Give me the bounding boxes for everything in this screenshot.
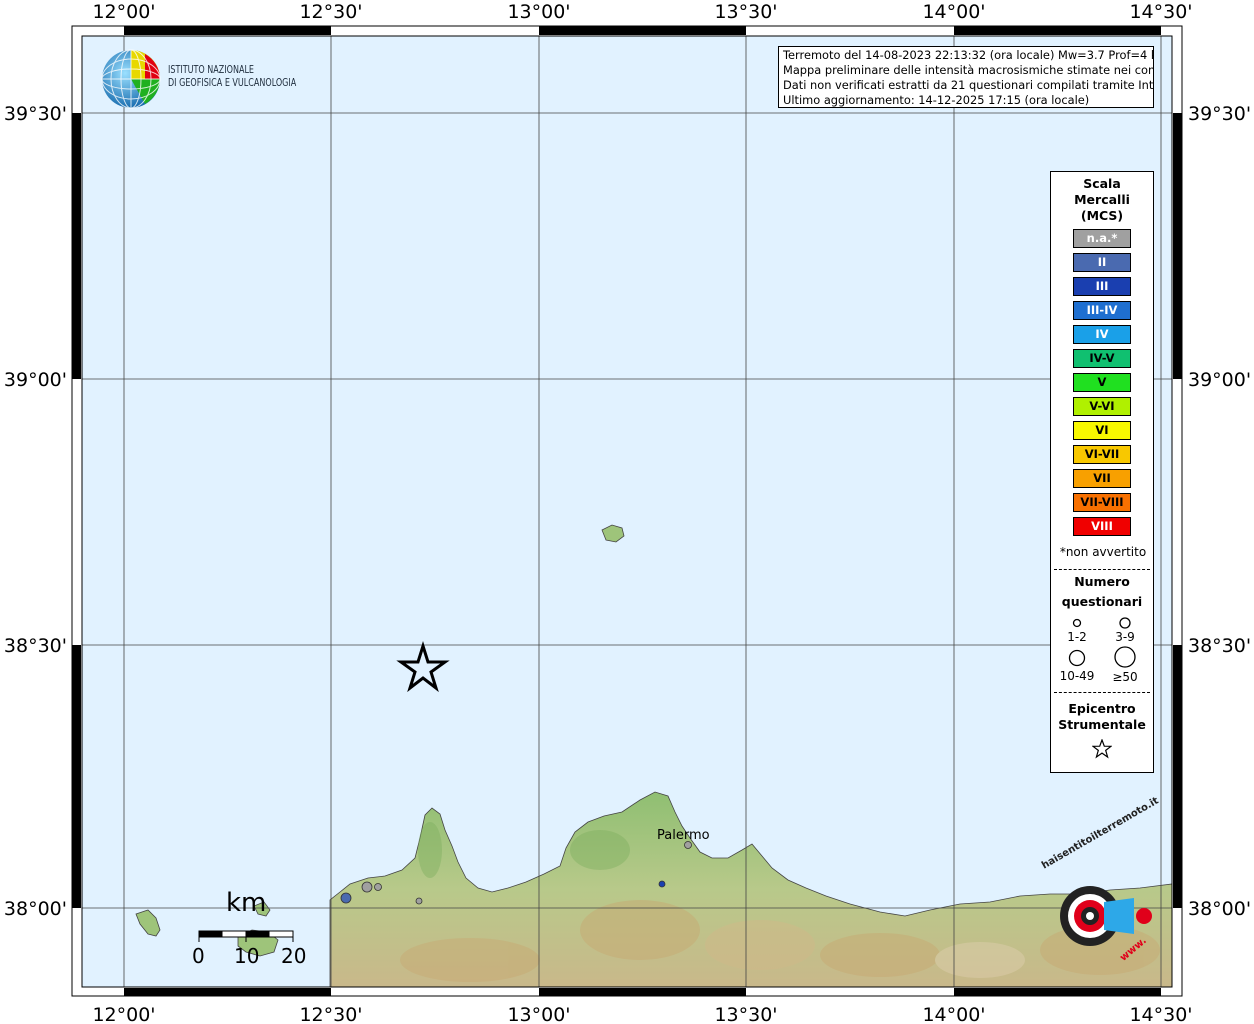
lat-label: 39°30'	[4, 103, 67, 125]
mcs-level-box: III-IV	[1073, 301, 1131, 320]
mcs-level-box: II	[1073, 253, 1131, 272]
mcs-level-box: VIII	[1073, 517, 1131, 536]
globe-icon	[101, 49, 161, 109]
count-label: 3-9	[1115, 630, 1135, 644]
mcs-level-box: VII	[1073, 469, 1131, 488]
count-circle-xlarge-icon	[1114, 646, 1136, 668]
intensity-marker-na	[361, 881, 373, 893]
lon-label: 14°00'	[922, 1004, 985, 1024]
lon-label: 14°00'	[922, 1, 985, 23]
count-label: 1-2	[1067, 630, 1087, 644]
event-info-line: Ultimo aggiornamento: 14-12-2025 17:15 (…	[783, 93, 1090, 107]
lat-label: 39°30'	[1188, 103, 1251, 125]
mcs-level-box: IV-V	[1073, 349, 1131, 368]
lon-label: 14°30'	[1129, 1004, 1192, 1024]
mcs-level-box: III	[1073, 277, 1131, 296]
count-circle-medium-icon	[1119, 617, 1131, 629]
count-circle-small-icon	[1072, 618, 1082, 628]
intensity-marker-iii	[658, 880, 666, 888]
lon-label: 13°00'	[507, 1, 570, 23]
scalebar-tick: 20	[281, 944, 307, 968]
lon-label: 12°00'	[92, 1004, 155, 1024]
count-circles	[1068, 617, 1136, 668]
lon-label: 12°00'	[92, 1, 155, 23]
legend-title-line: (MCS)	[1080, 208, 1124, 223]
mcs-level-box: IV	[1073, 325, 1131, 344]
mcs-level-box: V	[1073, 373, 1131, 392]
mcs-level-box: n.a.*	[1073, 229, 1131, 248]
lat-labels-right: 39°30' 39°00' 38°30' 38°00'	[1188, 103, 1251, 920]
lon-labels-bottom: 12°00' 12°30' 13°00' 13°30' 14°00' 14°30…	[92, 1004, 1192, 1024]
lon-label: 13°30'	[714, 1004, 777, 1024]
count-title-line: questionari	[1061, 594, 1143, 609]
legend-title-line: Mercalli	[1074, 192, 1130, 207]
scalebar-tick: 10	[234, 944, 260, 968]
lon-label: 12°30'	[299, 1004, 362, 1024]
intensity-marker-ii	[340, 892, 352, 904]
lon-label: 14°30'	[1129, 1, 1192, 23]
lat-label: 38°00'	[4, 898, 67, 920]
legend-title-line: Scala	[1083, 176, 1121, 191]
ingv-logo-text: ISTITUTO NAZIONALE DI GEOFISICA E VULCAN…	[168, 64, 296, 90]
lon-label: 13°00'	[507, 1004, 570, 1024]
lat-label: 38°00'	[1188, 898, 1251, 920]
ingv-logo: ISTITUTO NAZIONALE DI GEOFISICA E VULCAN…	[100, 48, 340, 112]
count-label: ≥50	[1112, 670, 1138, 684]
scalebar-tick: 0	[192, 944, 205, 968]
city-label-palermo: Palermo	[657, 828, 710, 843]
event-info-line: Terremoto del 14-08-2023 22:13:32 (ora l…	[783, 48, 1154, 62]
ingv-logo-line: DI GEOFISICA E VULCANOLOGIA	[168, 77, 297, 89]
not-felt-note: *non avvertito	[1059, 545, 1147, 559]
ingv-logo-line: ISTITUTO NAZIONALE	[168, 64, 255, 76]
event-info-line: Dati non verificati estratti da 21 quest…	[783, 78, 1154, 92]
legend-divider	[1054, 569, 1150, 570]
scalebar-unit: km	[226, 888, 267, 918]
mcs-level-box: VI-VII	[1073, 445, 1131, 464]
epicenter-title-line: Epicentro	[1068, 701, 1136, 716]
count-circle-large-icon	[1068, 649, 1086, 667]
lat-label: 38°30'	[4, 635, 67, 657]
legend-divider	[1054, 692, 1150, 693]
lat-label: 39°00'	[1188, 369, 1251, 391]
intensity-marker-na	[374, 883, 382, 891]
intensity-marker-na	[415, 897, 423, 905]
lon-labels-top: 12°00' 12°30' 13°00' 13°30' 14°00' 14°30…	[92, 1, 1192, 23]
epicenter-legend-star-icon	[1092, 739, 1112, 759]
mcs-level-box: V-VI	[1073, 397, 1131, 416]
count-title-line: Numero	[1074, 574, 1130, 589]
lat-label: 38°30'	[1188, 635, 1251, 657]
lon-label: 13°30'	[714, 1, 777, 23]
count-label: 10-49	[1059, 669, 1095, 683]
event-info-line: Mappa preliminare delle intensità macros…	[783, 63, 1154, 77]
epicenter-title-line: Strumentale	[1058, 717, 1146, 732]
lat-label: 39°00'	[4, 369, 67, 391]
event-info-box: Terremoto del 14-08-2023 22:13:32 (ora l…	[778, 46, 1154, 108]
lon-label: 12°30'	[299, 1, 362, 23]
lat-labels-left: 39°30' 39°00' 38°30' 38°00'	[4, 103, 67, 920]
mcs-level-box: VII-VIII	[1073, 493, 1131, 512]
mcs-level-box: VI	[1073, 421, 1131, 440]
legend-panel: Scala Mercalli (MCS) n.a.* II III III-IV IV I…	[1050, 171, 1154, 773]
